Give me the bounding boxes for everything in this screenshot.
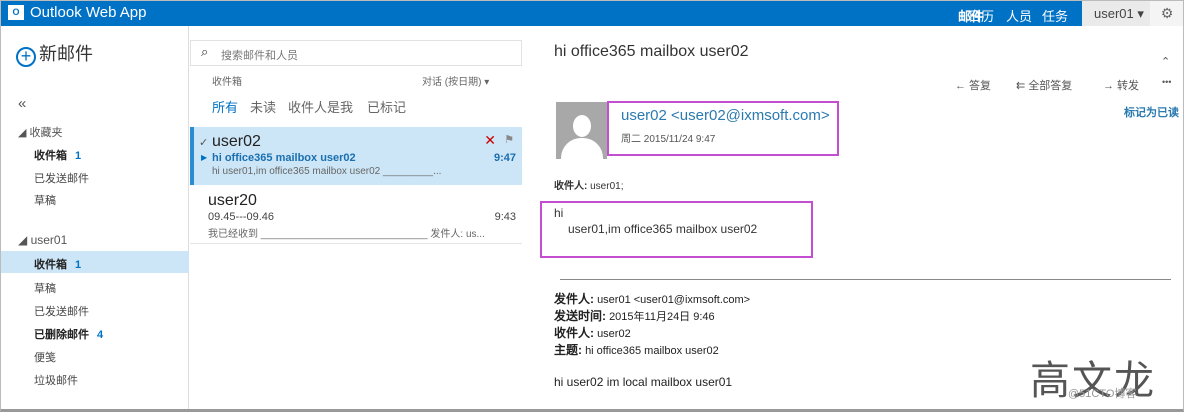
body-text: hi — [554, 206, 564, 220]
user-menu[interactable]: user01 ▾ — [1082, 0, 1150, 26]
folder-notes[interactable]: 便笺 — [34, 349, 56, 365]
reply-button[interactable]: ← 答复 — [955, 77, 991, 93]
message-subject: hi office365 mailbox user02 — [212, 152, 356, 164]
expand-icon[interactable]: ▶ — [201, 153, 207, 162]
watermark-site: @51CTO博客 — [1068, 388, 1137, 400]
nav-people[interactable]: 人员 — [1006, 6, 1032, 25]
message-time: 9:43 — [494, 211, 516, 223]
plus-icon: + — [16, 47, 36, 67]
reading-subject: hi office365 mailbox user02 — [554, 43, 749, 60]
outlook-logo-icon: O — [8, 5, 24, 20]
folder-pane — [0, 26, 189, 410]
message-sender: user20 — [208, 192, 257, 209]
avatar — [556, 102, 607, 159]
message-preview: 我已经收到 ______________________________ 发件人… — [208, 229, 485, 240]
divider — [560, 279, 1171, 280]
app-title: Outlook Web App — [30, 4, 147, 21]
delete-icon[interactable]: ✕ — [484, 132, 496, 149]
new-mail-button[interactable]: + 新邮件 — [16, 40, 93, 67]
message-item[interactable]: user20 09.45---09.46 9:43 我已经收到 ________… — [190, 186, 522, 244]
fwd-body: hi user02 im local mailbox user01 — [554, 375, 733, 389]
fav-sent[interactable]: 已发送邮件 — [34, 170, 89, 186]
nav-tasks[interactable]: 任务 — [1042, 6, 1068, 25]
sent-date: 周二 2015/11/24 9:47 — [621, 134, 716, 145]
nav-calendar[interactable]: 日历 — [968, 6, 994, 25]
fwd-to: 收件人: user02 — [554, 326, 631, 340]
fwd-subject: 主题: hi office365 mailbox user02 — [554, 343, 719, 357]
folder-deleted[interactable]: 已删除邮件 4 — [34, 326, 103, 342]
top-bar: O Outlook Web App 邮件 日历 人员 任务 user01 ▾ ⚙ — [0, 0, 1184, 26]
message-sender: user02 — [212, 133, 261, 150]
folder-inbox[interactable]: 收件箱 1 — [34, 256, 81, 272]
check-icon: ✓ — [199, 137, 209, 149]
body-text: user01,im office365 mailbox user02 — [568, 222, 758, 236]
search-input[interactable]: ⌕ 搜索邮件和人员 — [190, 40, 522, 66]
message-time: 9:47 — [493, 152, 516, 164]
list-folder-label: 收件箱 — [212, 77, 242, 88]
gear-icon[interactable]: ⚙ — [1150, 0, 1184, 26]
message-item[interactable]: ✓ user02 ✕ ⚑ ▶ hi office365 mailbox user… — [190, 127, 522, 185]
fav-inbox[interactable]: 收件箱 1 — [34, 147, 81, 163]
filter-to-me[interactable]: 收件人是我 — [288, 97, 353, 116]
folder-drafts[interactable]: 草稿 — [34, 280, 56, 296]
message-preview: hi user01,im office365 mailbox user02 __… — [212, 166, 442, 177]
mark-read-link[interactable]: 标记为已读 — [1124, 104, 1179, 120]
message-subject: 09.45---09.46 — [208, 211, 275, 223]
filter-flagged[interactable]: 已标记 — [367, 97, 406, 116]
account-group[interactable]: ◢ user01 — [18, 233, 67, 247]
more-icon[interactable]: ••• — [1162, 77, 1171, 87]
sender-address[interactable]: user02 <user02@ixmsoft.com> — [621, 107, 830, 124]
fwd-from: 发件人: user01 <user01@ixmsoft.com> — [554, 292, 751, 306]
folder-sent[interactable]: 已发送邮件 — [34, 303, 89, 319]
filter-unread[interactable]: 未读 — [250, 97, 276, 116]
fav-drafts[interactable]: 草稿 — [34, 192, 56, 208]
filter-all[interactable]: 所有 — [212, 97, 238, 116]
fwd-sent: 发送时间: 2015年11月24日 9:46 — [554, 309, 715, 323]
new-mail-label: 新邮件 — [39, 44, 93, 64]
forward-button[interactable]: → 转发 — [1103, 77, 1139, 93]
search-placeholder: 搜索邮件和人员 — [221, 50, 298, 62]
favorites-group[interactable]: ◢ 收藏夹 — [18, 124, 63, 140]
recipients: 收件人: user01; — [554, 181, 624, 192]
flag-icon[interactable]: ⚑ — [504, 133, 514, 146]
collapse-up-icon[interactable]: ⌃ — [1161, 55, 1170, 68]
sort-dropdown[interactable]: 对话 (按日期) ▾ — [422, 73, 489, 88]
search-icon: ⌕ — [201, 44, 209, 59]
folder-junk[interactable]: 垃圾邮件 — [34, 372, 78, 388]
collapse-icon[interactable]: « — [18, 95, 26, 112]
selected-folder-highlight — [0, 251, 189, 273]
reply-all-button[interactable]: ⇇ 全部答复 — [1016, 77, 1072, 93]
